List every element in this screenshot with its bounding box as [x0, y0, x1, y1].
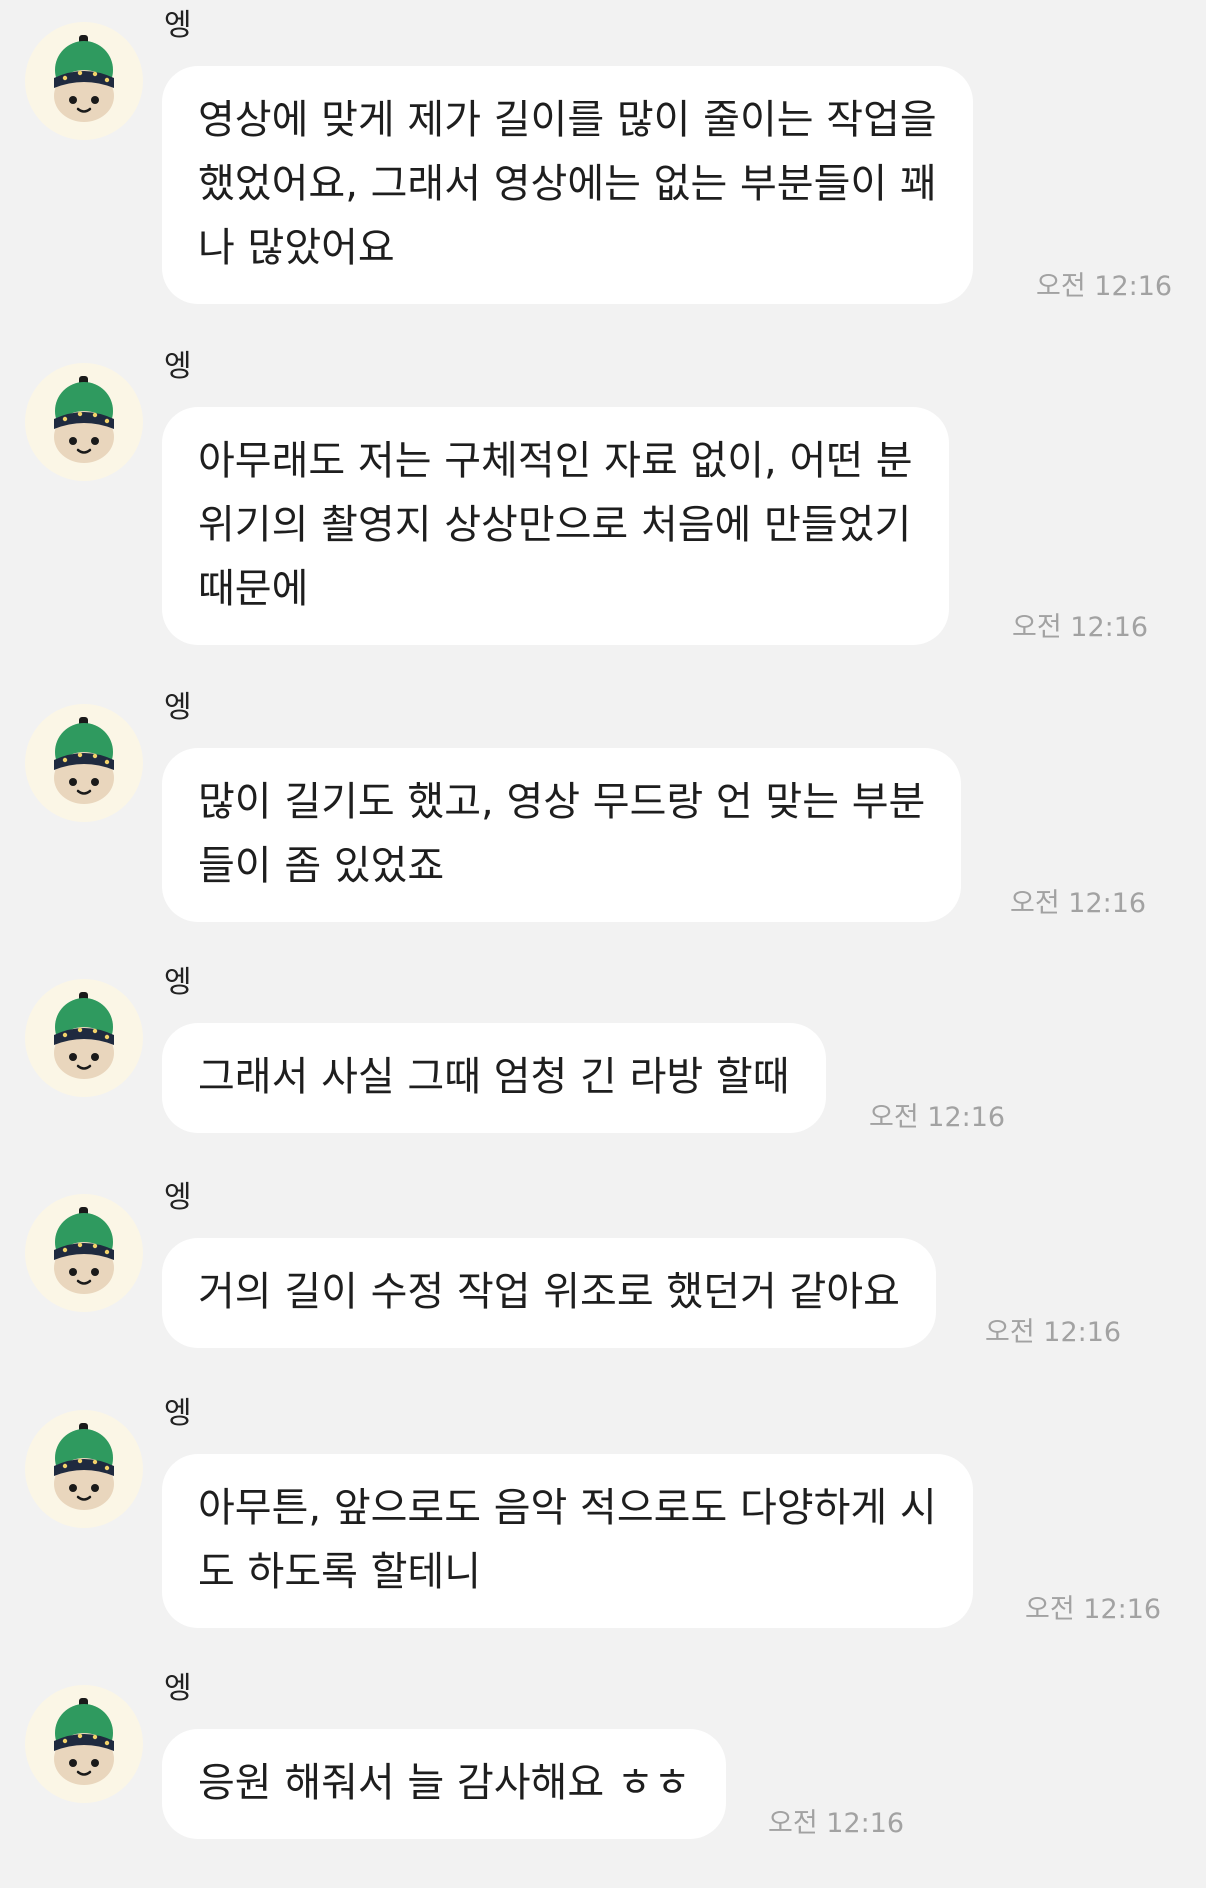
plush-mascot-icon — [54, 717, 114, 804]
sender-name: 엥 — [164, 1180, 192, 1215]
sender-avatar[interactable] — [25, 363, 143, 481]
message-bubble[interactable]: 많이 길기도 했고, 영상 무드랑 언 맞는 부분 들이 좀 있었죠 — [162, 748, 962, 922]
message-timestamp: 오전 12:16 — [1025, 1594, 1162, 1625]
sender-name: 엥 — [164, 1396, 192, 1431]
plush-mascot-icon — [54, 376, 114, 463]
chat-message-list[interactable]: 엥 영상에 맞게 제가 길이를 많이 줄이는 작업을 했었어요, 그래서 영상에… — [0, 0, 1206, 1888]
plush-mascot-icon — [54, 992, 114, 1079]
message-timestamp: 오전 12:16 — [1036, 271, 1173, 302]
sender-avatar[interactable] — [25, 979, 143, 1097]
sender-avatar[interactable] — [25, 1194, 143, 1312]
sender-name: 엥 — [164, 8, 192, 43]
plush-mascot-icon — [54, 1423, 114, 1510]
message-timestamp: 오전 12:16 — [985, 1317, 1122, 1348]
sender-name: 엥 — [164, 965, 192, 1000]
message-bubble[interactable]: 응원 해줘서 늘 감사해요 ㅎㅎ — [162, 1729, 727, 1839]
sender-avatar[interactable] — [25, 1410, 143, 1528]
sender-avatar[interactable] — [25, 1685, 143, 1803]
plush-mascot-icon — [54, 1207, 114, 1294]
plush-mascot-icon — [54, 35, 114, 122]
sender-name: 엥 — [164, 349, 192, 384]
sender-avatar[interactable] — [25, 22, 143, 140]
message-bubble[interactable]: 아무래도 저는 구체적인 자료 없이, 어떤 분 위기의 촬영지 상상만으로 처… — [162, 407, 949, 645]
sender-name: 엥 — [164, 690, 192, 725]
message-timestamp: 오전 12:16 — [1010, 888, 1147, 919]
message-timestamp: 오전 12:16 — [1012, 612, 1149, 643]
message-bubble[interactable]: 거의 길이 수정 작업 위조로 했던거 같아요 — [162, 1238, 936, 1348]
message-bubble[interactable]: 그래서 사실 그때 엄청 긴 라방 할때 — [162, 1023, 826, 1133]
message-timestamp: 오전 12:16 — [768, 1808, 905, 1839]
message-bubble[interactable]: 영상에 맞게 제가 길이를 많이 줄이는 작업을 했었어요, 그래서 영상에는 … — [162, 66, 973, 304]
message-bubble[interactable]: 아무튼, 앞으로도 음악 적으로도 다양하게 시 도 하도록 할테니 — [162, 1454, 973, 1628]
sender-name: 엥 — [164, 1671, 192, 1706]
sender-avatar[interactable] — [25, 704, 143, 822]
plush-mascot-icon — [54, 1698, 114, 1785]
message-timestamp: 오전 12:16 — [869, 1102, 1006, 1133]
